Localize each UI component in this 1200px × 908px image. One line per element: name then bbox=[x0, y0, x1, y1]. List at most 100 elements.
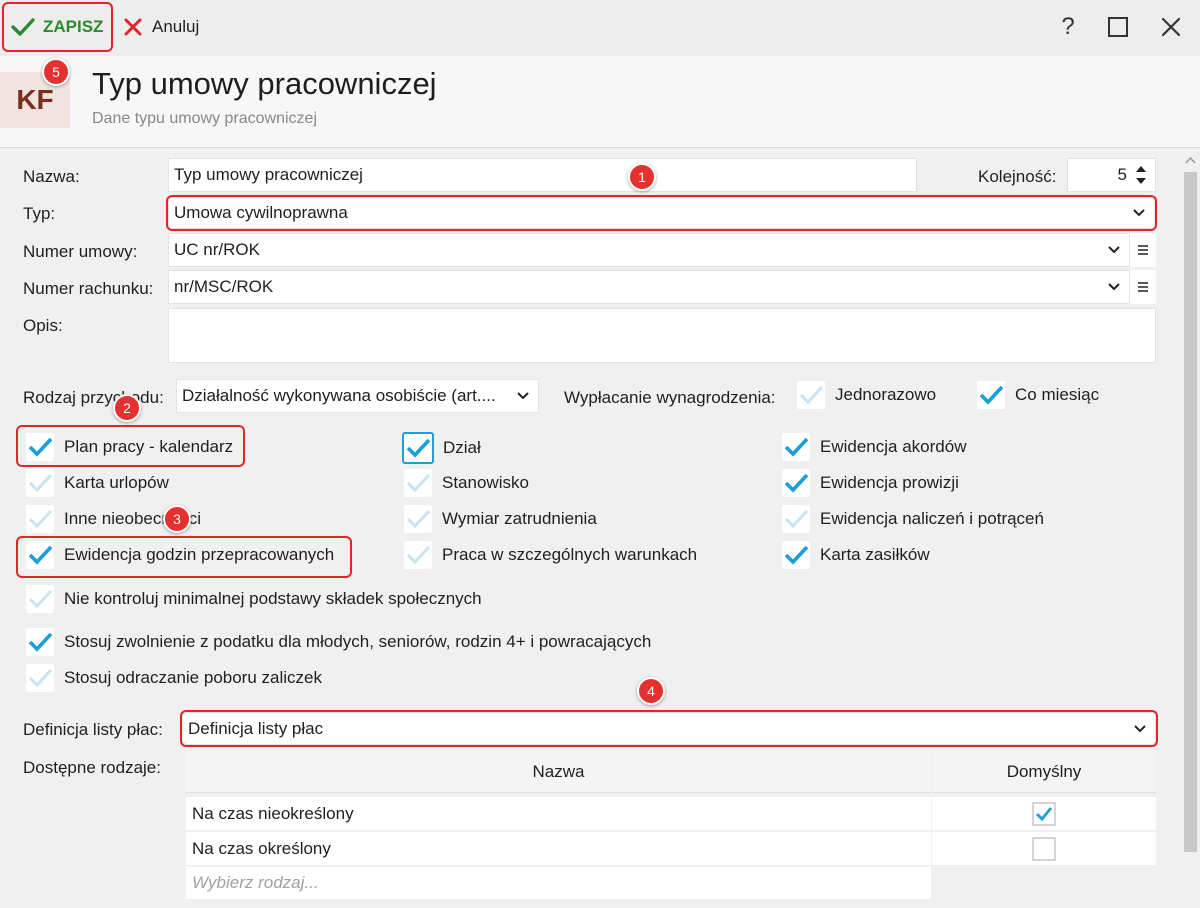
rodzaj-select[interactable]: Działalność wykonywana osobiście (art...… bbox=[176, 379, 539, 413]
karta-zasilkow-label: Karta zasiłków bbox=[820, 545, 930, 564]
save-label: ZAPISZ bbox=[43, 17, 104, 36]
typ-label: Typ: bbox=[23, 204, 56, 223]
co-miesiac-label: Co miesiąc bbox=[1015, 385, 1100, 404]
hamburger-icon bbox=[1138, 282, 1148, 292]
praca-szczegolna-label: Praca w szczególnych warunkach bbox=[442, 545, 698, 564]
opis-textarea[interactable] bbox=[168, 308, 1156, 363]
kolejnosc-value: 5 bbox=[1117, 165, 1127, 184]
nazwa-input[interactable]: Typ umowy pracowniczej bbox=[168, 158, 917, 192]
row-nazwa: Na czas określony bbox=[192, 838, 331, 858]
wymiar-checkbox[interactable]: Wymiar zatrudnienia bbox=[403, 504, 597, 534]
karta-zasilkow-checkbox[interactable]: Karta zasiłków bbox=[781, 540, 930, 570]
check-off-icon bbox=[404, 541, 432, 569]
stanowisko-label: Stanowisko bbox=[442, 473, 529, 492]
help-icon[interactable]: ? bbox=[1053, 12, 1083, 42]
row-domyslny-cell bbox=[932, 832, 1156, 865]
save-button[interactable]: ZAPISZ bbox=[2, 2, 113, 52]
numer-rachunku-label: Numer rachunku: bbox=[23, 279, 154, 298]
row-domyslny-cell bbox=[932, 797, 1156, 830]
stosuj-odraczanie-label: Stosuj odraczanie poboru zaliczek bbox=[64, 668, 322, 687]
table-header-nazwa[interactable]: Nazwa bbox=[186, 751, 931, 793]
praca-szczegolna-checkbox[interactable]: Praca w szczególnych warunkach bbox=[403, 540, 697, 570]
wyplacanie-label: Wypłacanie wynagrodzenia: bbox=[564, 388, 776, 407]
wymiar-label: Wymiar zatrudnienia bbox=[442, 509, 597, 528]
jednorazowo-checkbox[interactable]: Jednorazowo bbox=[796, 380, 936, 410]
annotation-badge: 2 bbox=[113, 394, 141, 422]
ewidencja-prowizji-checkbox[interactable]: Ewidencja prowizji bbox=[781, 468, 959, 498]
nie-kontroluj-checkbox[interactable]: Nie kontroluj minimalnej podstawy składe… bbox=[25, 584, 482, 614]
chevron-down-icon bbox=[1108, 246, 1120, 254]
page-header: KF Typ umowy pracowniczej Dane typu umow… bbox=[0, 56, 1200, 148]
add-rodzaj-placeholder: Wybierz rodzaj... bbox=[192, 873, 319, 892]
annotation-badge: 1 bbox=[628, 163, 656, 191]
check-off-icon bbox=[797, 381, 825, 409]
stanowisko-checkbox[interactable]: Stanowisko bbox=[403, 468, 529, 498]
ewidencja-akordow-label: Ewidencja akordów bbox=[820, 437, 967, 456]
numer-umowy-select[interactable]: UC nr/ROK bbox=[168, 233, 1130, 267]
typ-value: Umowa cywilnoprawna bbox=[174, 203, 348, 222]
check-on-focused-icon bbox=[402, 432, 434, 464]
ewidencja-prowizji-label: Ewidencja prowizji bbox=[820, 473, 959, 492]
maximize-square-icon bbox=[1108, 17, 1128, 37]
check-on-icon bbox=[782, 469, 810, 497]
check-icon bbox=[11, 18, 35, 36]
ewidencja-naliczen-label: Ewidencja naliczeń i potrąceń bbox=[820, 509, 1044, 528]
check-on-icon bbox=[782, 541, 810, 569]
ewidencja-godzin-label: Ewidencja godzin przepracowanych bbox=[64, 545, 335, 564]
chevron-down-icon bbox=[1108, 283, 1120, 291]
close-icon bbox=[124, 18, 142, 36]
nazwa-label: Nazwa: bbox=[23, 167, 80, 186]
toolbar: ZAPISZ Anuluj ? bbox=[0, 0, 1200, 56]
typ-select[interactable]: Umowa cywilnoprawna bbox=[166, 195, 1157, 231]
ewidencja-naliczen-checkbox[interactable]: Ewidencja naliczeń i potrąceń bbox=[781, 504, 1044, 534]
cancel-label: Anuluj bbox=[152, 17, 200, 36]
col-nazwa-label: Nazwa bbox=[532, 761, 585, 781]
stosuj-zwolnienie-checkbox[interactable]: Stosuj zwolnienie z podatku dla młodych,… bbox=[25, 627, 651, 657]
cancel-button[interactable]: Anuluj bbox=[124, 10, 199, 44]
scroll-thumb[interactable] bbox=[1184, 172, 1197, 852]
numer-umowy-label: Numer umowy: bbox=[23, 242, 138, 261]
numer-rachunku-menu-icon[interactable] bbox=[1130, 270, 1156, 304]
ewidencja-godzin-checkbox[interactable]: Ewidencja godzin przepracowanych bbox=[25, 540, 334, 570]
maximize-icon[interactable] bbox=[1103, 12, 1133, 42]
vertical-scrollbar[interactable] bbox=[1181, 150, 1200, 908]
page-subtitle: Dane typu umowy pracowniczej bbox=[92, 110, 317, 127]
annotation-badge: 3 bbox=[163, 505, 191, 533]
numer-rachunku-select[interactable]: nr/MSC/ROK bbox=[168, 270, 1130, 304]
check-off-icon bbox=[782, 505, 810, 533]
check-on-icon bbox=[782, 433, 810, 461]
stosuj-odraczanie-checkbox[interactable]: Stosuj odraczanie poboru zaliczek bbox=[25, 663, 322, 693]
plan-pracy-label: Plan pracy - kalendarz bbox=[64, 437, 234, 456]
check-on-icon bbox=[26, 628, 54, 656]
check-off-icon bbox=[404, 505, 432, 533]
hamburger-icon bbox=[1138, 245, 1148, 255]
karta-urlopow-label: Karta urlopów bbox=[64, 473, 169, 492]
karta-urlopow-checkbox[interactable]: Karta urlopów bbox=[25, 468, 169, 498]
scroll-up-icon[interactable] bbox=[1185, 156, 1196, 164]
annotation-badge: 5 bbox=[42, 58, 70, 86]
kolejnosc-stepper[interactable]: 5 bbox=[1067, 158, 1156, 192]
add-rodzaj-input[interactable]: Wybierz rodzaj... bbox=[186, 867, 931, 899]
chevron-down-icon bbox=[1134, 724, 1146, 732]
table-header-domyslny[interactable]: Domyślny bbox=[932, 751, 1156, 793]
rodzaj-label: Rodzaj przychodu: bbox=[23, 388, 164, 407]
window-close-icon[interactable] bbox=[1156, 12, 1186, 42]
nie-kontroluj-label: Nie kontroluj minimalnej podstawy składe… bbox=[64, 589, 482, 608]
page-title: Typ umowy pracowniczej bbox=[92, 66, 437, 101]
definicja-select[interactable]: Definicja listy płac bbox=[180, 710, 1158, 747]
numer-umowy-menu-icon[interactable] bbox=[1130, 233, 1156, 267]
check-off-icon bbox=[26, 505, 54, 533]
plan-pracy-checkbox[interactable]: Plan pracy - kalendarz bbox=[25, 432, 233, 462]
check-off-icon[interactable] bbox=[1032, 837, 1056, 861]
dzial-checkbox[interactable]: Dział bbox=[402, 432, 481, 464]
table-row[interactable]: Na czas określony bbox=[186, 832, 931, 865]
stepper-arrows-icon[interactable] bbox=[1135, 164, 1147, 186]
ewidencja-akordow-checkbox[interactable]: Ewidencja akordów bbox=[781, 432, 966, 462]
chevron-down-icon bbox=[517, 392, 529, 400]
co-miesiac-checkbox[interactable]: Co miesiąc bbox=[976, 380, 1099, 410]
opis-label: Opis: bbox=[23, 316, 63, 335]
dzial-label: Dział bbox=[443, 438, 481, 457]
check-off-icon bbox=[26, 585, 54, 613]
check-on-icon[interactable] bbox=[1032, 802, 1056, 826]
table-row[interactable]: Na czas nieokreślony bbox=[186, 797, 931, 830]
